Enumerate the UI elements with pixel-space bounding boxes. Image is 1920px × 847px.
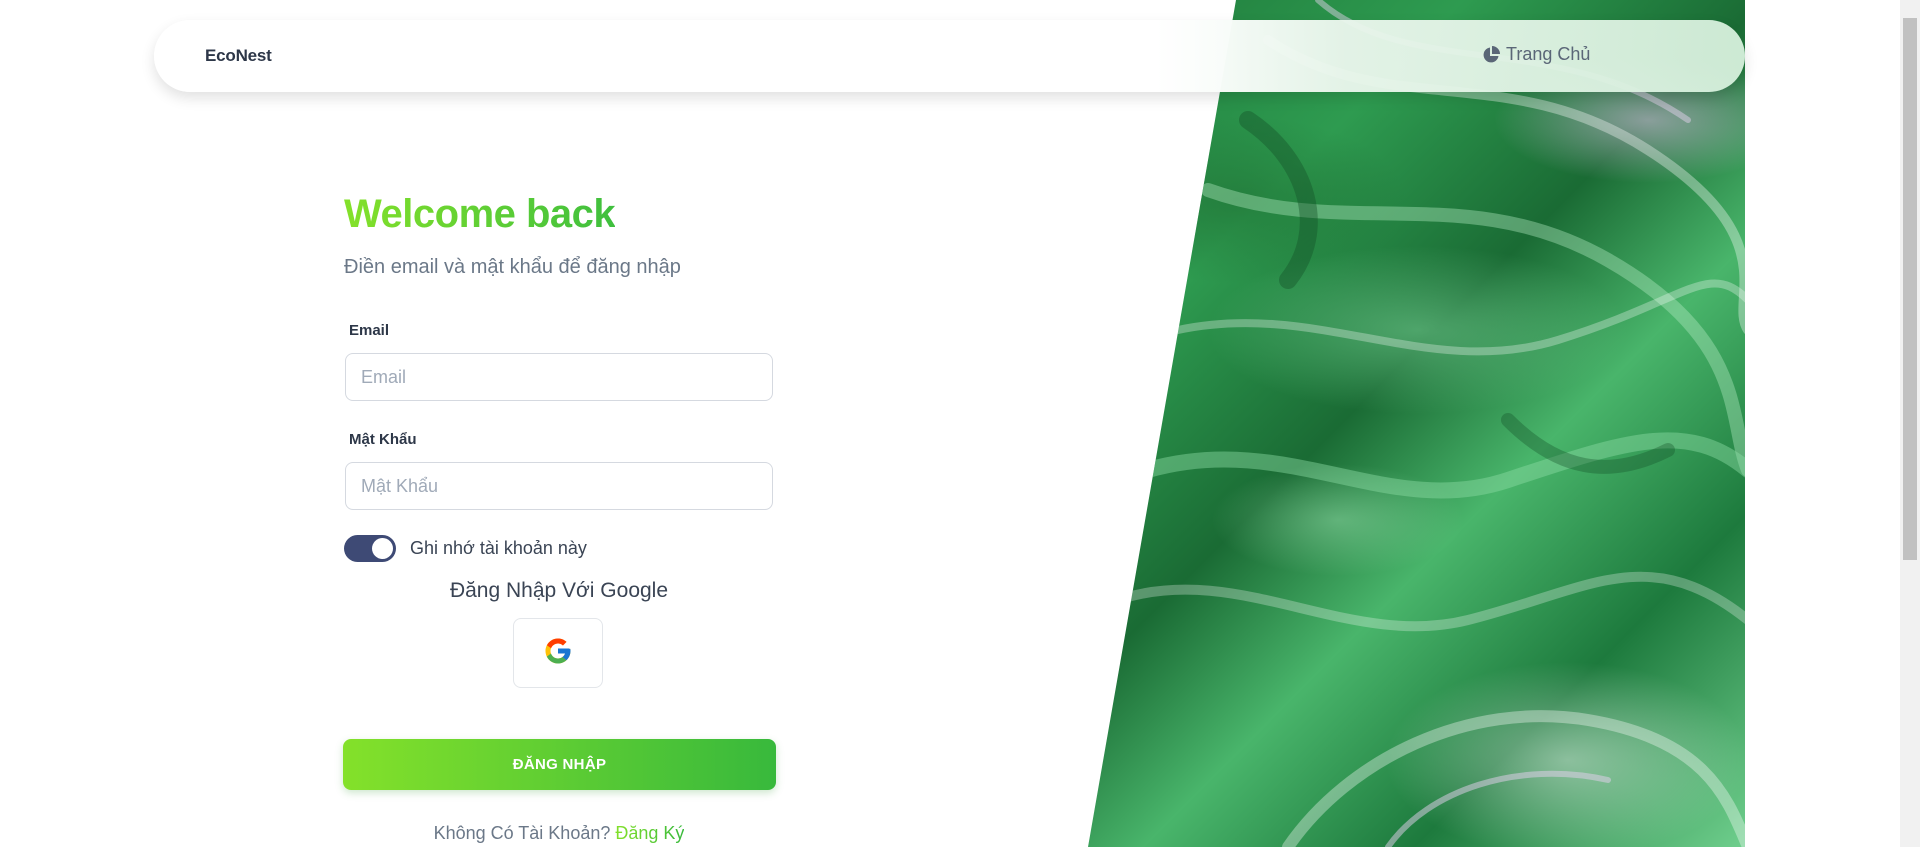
brand-logo-text[interactable]: EcoNest: [205, 46, 272, 66]
login-submit-button[interactable]: ĐĂNG NHẬP: [343, 739, 776, 790]
page-title: Welcome back: [344, 192, 616, 236]
remember-me-toggle[interactable]: [344, 535, 396, 562]
google-login-heading: Đăng Nhập Với Google: [449, 579, 669, 602]
remember-me-label: Ghi nhớ tài khoản này: [410, 538, 587, 558]
pie-chart-icon: [1482, 45, 1500, 64]
page-subtitle: Điền email và mật khẩu để đăng nhập: [344, 256, 681, 278]
nav-home-link[interactable]: Trang Chủ: [1482, 44, 1590, 65]
google-logo-icon: [543, 636, 573, 671]
toggle-knob: [372, 538, 393, 559]
top-navbar: EcoNest Trang Chủ: [154, 20, 1745, 92]
decorative-marble-image: [1088, 0, 1745, 847]
marble-swirl-graphic: [1113, 0, 1745, 847]
scrollbar-thumb[interactable]: [1903, 18, 1917, 560]
password-label: Mật Khẩu: [349, 431, 417, 448]
login-page: EcoNest Trang Chủ Welcome back Điền emai…: [0, 0, 1920, 847]
email-input[interactable]: [345, 353, 773, 401]
signup-link[interactable]: Đăng Ký: [615, 823, 684, 843]
nav-home-label: Trang Chủ: [1506, 44, 1591, 64]
no-account-text: Không Có Tài Khoản?: [433, 823, 611, 843]
signup-prompt: Không Có Tài Khoản? Đăng Ký: [344, 823, 774, 844]
page-scrollbar[interactable]: [1900, 0, 1920, 847]
google-login-button[interactable]: [513, 618, 603, 688]
email-label: Email: [349, 322, 390, 339]
password-input[interactable]: [345, 462, 773, 510]
